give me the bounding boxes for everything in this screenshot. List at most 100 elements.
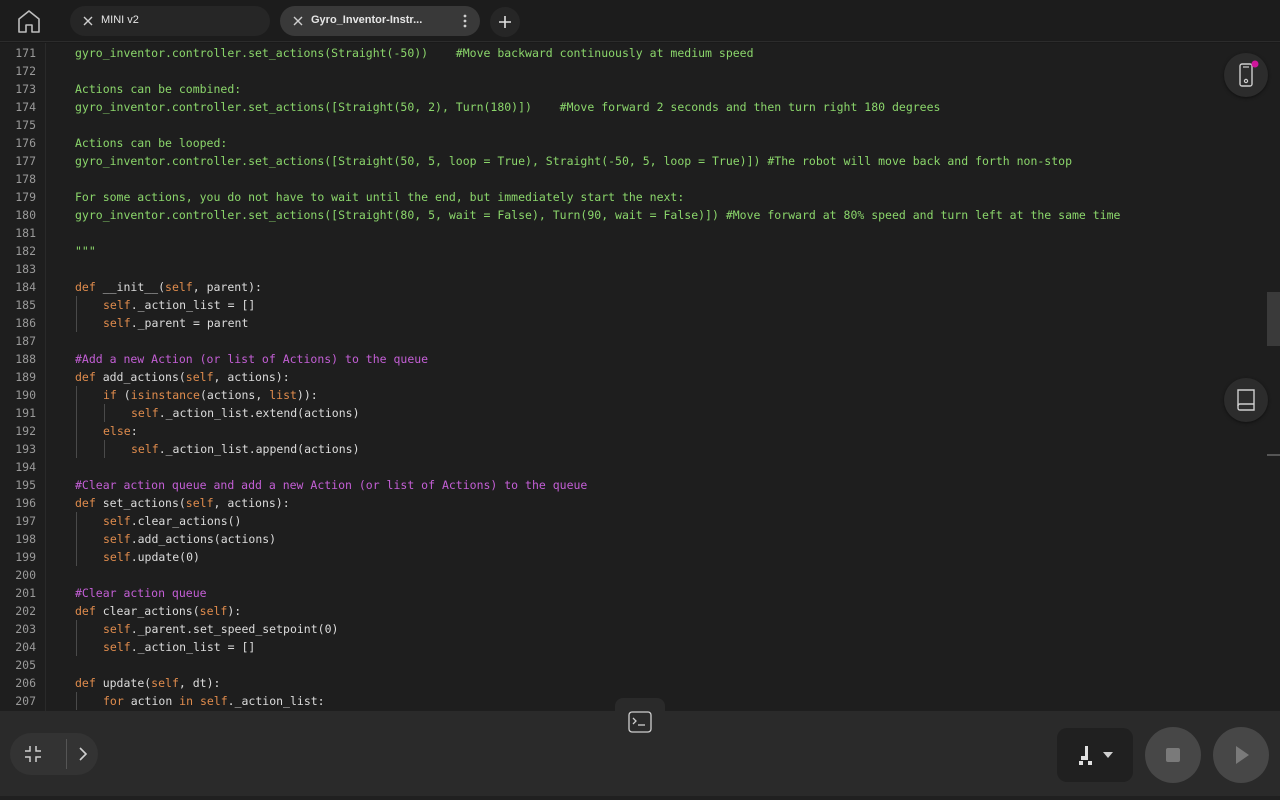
code-line[interactable]: 188 #Add a new Action (or list of Actions… bbox=[0, 350, 1266, 368]
code-token: self bbox=[103, 532, 131, 546]
home-button[interactable] bbox=[12, 5, 46, 37]
code-line[interactable]: 175 bbox=[0, 116, 1266, 134]
line-number: 183 bbox=[15, 262, 36, 276]
code-token: self bbox=[103, 640, 131, 654]
code-token: self bbox=[131, 406, 159, 420]
code-line[interactable]: 182 """ bbox=[0, 242, 1266, 260]
vertical-scrollbar[interactable] bbox=[1266, 43, 1280, 711]
caret-down-icon bbox=[1103, 752, 1113, 758]
code-line[interactable]: 197 self.clear_actions() bbox=[0, 512, 1266, 530]
terminal-toggle[interactable] bbox=[615, 698, 665, 742]
stop-button[interactable] bbox=[1145, 727, 1201, 783]
code-line[interactable]: 194 bbox=[0, 458, 1266, 476]
code-token: , dt): bbox=[178, 676, 221, 690]
tab-mini-v2[interactable]: MINI v2 bbox=[70, 6, 270, 36]
line-number: 185 bbox=[15, 298, 36, 312]
code-token: , parent): bbox=[192, 280, 262, 294]
code-text: self.clear_actions() bbox=[103, 512, 241, 530]
close-icon[interactable] bbox=[290, 13, 306, 29]
code-token: action bbox=[130, 694, 180, 708]
robot-select-icon bbox=[1079, 746, 1092, 765]
code-token: def bbox=[75, 496, 103, 510]
code-line[interactable]: 198 self.add_actions(actions) bbox=[0, 530, 1266, 548]
indent-guide bbox=[76, 404, 77, 422]
code-line[interactable]: 190 if (isinstance(actions, list)): bbox=[0, 386, 1266, 404]
code-token: .add_actions(actions) bbox=[130, 532, 277, 546]
code-editor[interactable]: 171 gyro_inventor.controller.set_actions(… bbox=[0, 43, 1266, 711]
code-token: ._action_list: bbox=[227, 694, 325, 708]
code-line[interactable]: 202 def clear_actions(self): bbox=[0, 602, 1266, 620]
chevron-right-icon[interactable] bbox=[70, 737, 96, 771]
code-line[interactable]: 176 Actions can be looped: bbox=[0, 134, 1266, 152]
code-line[interactable]: 192 else: bbox=[0, 422, 1266, 440]
collapse-icon[interactable] bbox=[16, 737, 50, 771]
code-line[interactable]: 196 def set_actions(self, actions): bbox=[0, 494, 1266, 512]
code-line[interactable]: 195 #Clear action queue and add a new Act… bbox=[0, 476, 1266, 494]
code-line[interactable]: 184 def __init__(self, parent): bbox=[0, 278, 1266, 296]
tab-gyro-inventor[interactable]: Gyro_Inventor-Instr... bbox=[280, 6, 480, 36]
code-line[interactable]: 206 def update(self, dt): bbox=[0, 674, 1266, 692]
code-token: Actions can be looped: bbox=[75, 136, 228, 150]
add-tab-button[interactable] bbox=[490, 7, 520, 37]
line-number: 207 bbox=[15, 694, 36, 708]
code-line[interactable]: 179 For some actions, you do not have to … bbox=[0, 188, 1266, 206]
code-text: def update(self, dt): bbox=[75, 674, 220, 692]
code-token: , actions): bbox=[213, 370, 290, 384]
code-line[interactable]: 180 gyro_inventor.controller.set_actions(… bbox=[0, 206, 1266, 224]
code-text: self.add_actions(actions) bbox=[103, 530, 276, 548]
code-line[interactable]: 193 self._action_list.append(actions) bbox=[0, 440, 1266, 458]
code-line[interactable]: 200 bbox=[0, 566, 1266, 584]
line-number: 178 bbox=[15, 172, 36, 186]
code-token: ._parent.set_speed_setpoint(0) bbox=[130, 622, 339, 636]
device-button[interactable] bbox=[1224, 53, 1268, 97]
code-token: if bbox=[103, 388, 124, 402]
code-token: list bbox=[269, 388, 297, 402]
code-line[interactable]: 174 gyro_inventor.controller.set_actions(… bbox=[0, 98, 1266, 116]
code-token: self bbox=[103, 550, 131, 564]
code-line[interactable]: 204 self._action_list = [] bbox=[0, 638, 1266, 656]
code-text: gyro_inventor.controller.set_actions([St… bbox=[75, 152, 1072, 170]
code-token: def bbox=[75, 604, 103, 618]
code-token: clear_actions( bbox=[102, 604, 200, 618]
code-line[interactable]: 181 bbox=[0, 224, 1266, 242]
code-line[interactable]: 205 bbox=[0, 656, 1266, 674]
code-token: update( bbox=[102, 676, 152, 690]
code-line[interactable]: 199 self.update(0) bbox=[0, 548, 1266, 566]
code-token: add_actions( bbox=[102, 370, 186, 384]
code-line[interactable]: 191 self._action_list.extend(actions) bbox=[0, 404, 1266, 422]
code-line[interactable]: 186 self._parent = parent bbox=[0, 314, 1266, 332]
scrollbar-marker bbox=[1267, 454, 1280, 456]
code-line[interactable]: 189 def add_actions(self, actions): bbox=[0, 368, 1266, 386]
code-text: For some actions, you do not have to wai… bbox=[75, 188, 684, 206]
code-token: gyro_inventor.controller.set_actions([St… bbox=[75, 154, 1072, 168]
code-text: self._parent.set_speed_setpoint(0) bbox=[103, 620, 338, 638]
code-line[interactable]: 173 Actions can be combined: bbox=[0, 80, 1266, 98]
code-line[interactable]: 183 bbox=[0, 260, 1266, 278]
scrollbar-thumb[interactable] bbox=[1267, 292, 1280, 346]
code-line[interactable]: 178 bbox=[0, 170, 1266, 188]
line-number: 184 bbox=[15, 280, 36, 294]
robot-selector[interactable] bbox=[1057, 728, 1133, 782]
code-line[interactable]: 187 bbox=[0, 332, 1266, 350]
stop-icon bbox=[1166, 748, 1180, 762]
more-vertical-icon[interactable] bbox=[460, 13, 470, 29]
code-text: def clear_actions(self): bbox=[75, 602, 241, 620]
divider bbox=[66, 739, 67, 769]
run-button[interactable] bbox=[1213, 727, 1269, 783]
indent-guide bbox=[104, 440, 105, 458]
docs-button[interactable] bbox=[1224, 378, 1268, 422]
code-line[interactable]: 201 #Clear action queue bbox=[0, 584, 1266, 602]
code-token: self bbox=[165, 280, 193, 294]
code-line[interactable]: 171 gyro_inventor.controller.set_actions(… bbox=[0, 44, 1266, 62]
close-icon[interactable] bbox=[80, 13, 96, 29]
line-number: 186 bbox=[15, 316, 36, 330]
indent-guide bbox=[76, 638, 77, 656]
code-line[interactable]: 203 self._parent.set_speed_setpoint(0) bbox=[0, 620, 1266, 638]
code-token: """ bbox=[75, 244, 96, 258]
code-line[interactable]: 185 self._action_list = [] bbox=[0, 296, 1266, 314]
top-bar: MINI v2 Gyro_Inventor-Instr... bbox=[0, 0, 1280, 42]
line-number: 198 bbox=[15, 532, 36, 546]
code-text: self._action_list.append(actions) bbox=[131, 440, 360, 458]
code-line[interactable]: 177 gyro_inventor.controller.set_actions(… bbox=[0, 152, 1266, 170]
code-line[interactable]: 172 bbox=[0, 62, 1266, 80]
